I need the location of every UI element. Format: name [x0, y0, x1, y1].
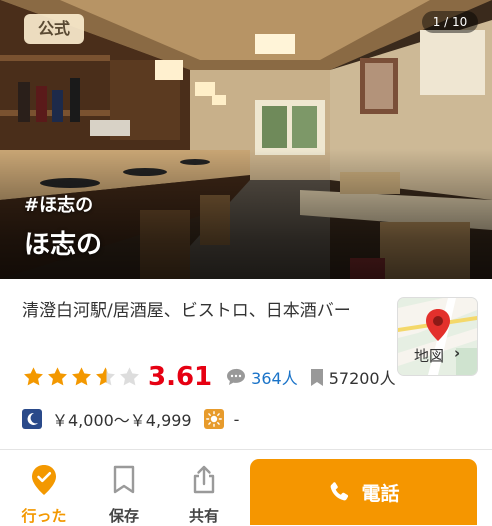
moon-icon — [22, 409, 42, 429]
share-button[interactable]: 共有 — [174, 462, 234, 525]
phone-icon — [331, 482, 349, 501]
sun-icon — [203, 409, 224, 429]
star-full-icon — [72, 367, 91, 386]
dinner-price: ￥4,000〜￥4,999 — [52, 411, 192, 430]
went-label: 行った — [21, 507, 67, 525]
official-badge: 公式 — [24, 14, 84, 44]
chevron-right-icon: › — [454, 344, 461, 362]
station-and-category: 清澄白河駅/居酒屋、ビストロ、日本酒バー — [22, 301, 351, 321]
star-full-icon — [24, 367, 43, 386]
save-label: 保存 — [108, 507, 139, 525]
photo-counter: 1 / 10 — [422, 11, 478, 33]
rating-row: 3.61 364人 57200人 — [22, 362, 408, 392]
star-half-icon — [96, 367, 115, 386]
star-empty-icon — [120, 367, 139, 386]
map-label: 地図 — [414, 347, 445, 365]
went-button[interactable]: 行った — [14, 462, 74, 525]
map-button[interactable]: 地図 › — [397, 297, 478, 376]
shop-hashtag[interactable]: #ほ志の — [24, 191, 93, 217]
bookmark-icon — [113, 465, 135, 494]
review-count-link[interactable]: 364人 — [226, 365, 298, 389]
share-icon — [193, 465, 215, 494]
call-button[interactable]: 電話 — [250, 459, 477, 525]
check-badge-icon — [32, 465, 56, 495]
star-full-icon — [48, 367, 67, 386]
star-rating — [22, 366, 142, 388]
hero-photo[interactable]: 公式 1 / 10 #ほ志の ほ志の — [0, 0, 492, 279]
rating-score: 3.61 — [148, 362, 213, 392]
speech-bubble-icon — [227, 368, 246, 385]
share-label: 共有 — [188, 507, 219, 525]
map-pin-icon — [426, 309, 450, 341]
save-count: 57200人 — [310, 365, 396, 389]
shop-name: ほ志の — [24, 230, 103, 260]
call-label: 電話 — [361, 482, 400, 505]
lunch-price: - — [233, 409, 240, 429]
divider — [0, 449, 492, 450]
save-button[interactable]: 保存 — [94, 462, 154, 525]
bookmark-icon — [310, 368, 323, 386]
price-row: ￥4,000〜￥4,999 - — [22, 406, 239, 432]
